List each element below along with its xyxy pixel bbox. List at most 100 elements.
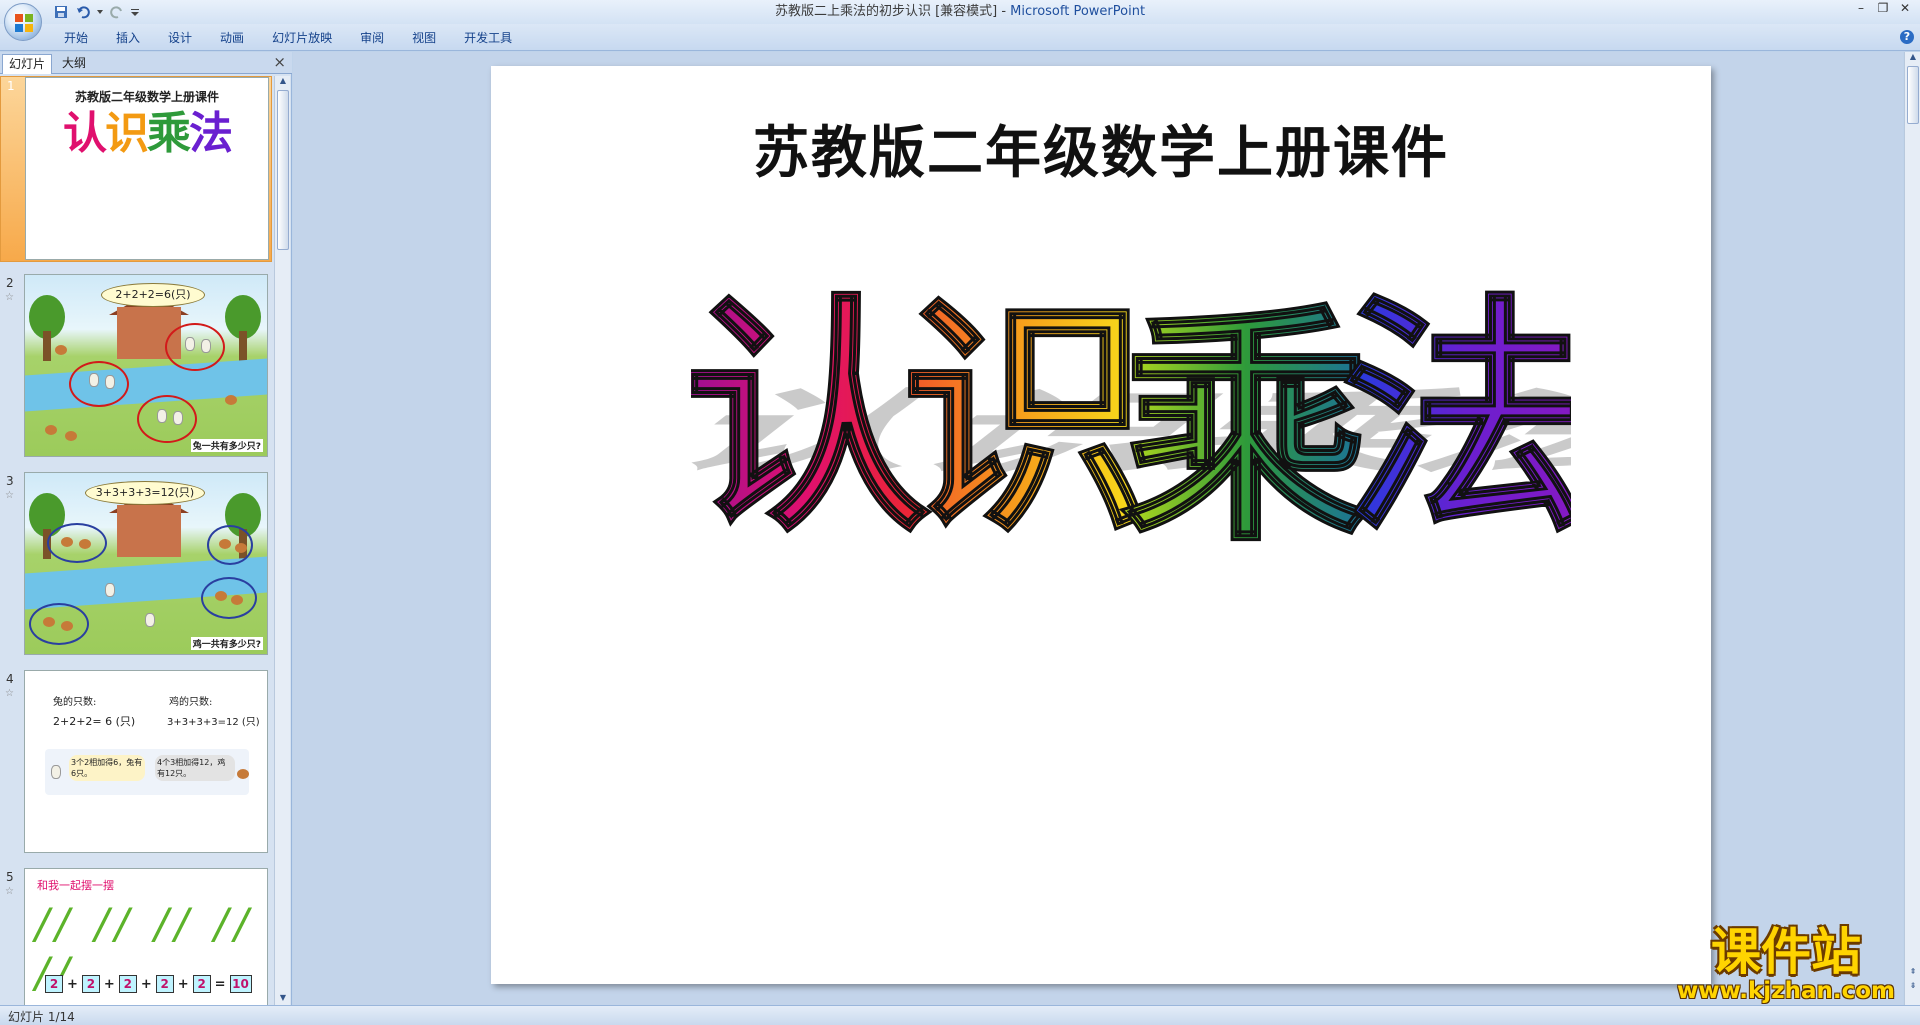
close-panel-icon[interactable]: × (273, 53, 286, 71)
farm-scene: 2+2+2=6(只) (25, 275, 267, 456)
slide-thumbnail-5[interactable]: 5 ☆ 和我一起摆一摆 // // // // // 2 + 2 + 2 + 2 + 2… (0, 868, 272, 1005)
hen-count-label: 鸡的只数: (169, 697, 213, 708)
thumbnail-canvas: 苏教版二年级数学上册课件 认识乘法 (25, 77, 269, 260)
highlight-ring (137, 395, 197, 443)
editor-scrollbar[interactable]: ▲ ⇞ ⇟ (1904, 52, 1920, 1005)
thumb-wordart-char: 乘 (147, 108, 191, 159)
hen (215, 591, 227, 601)
thumbnail-canvas: 2+2+2=6(只) 兔一共有多少只? (24, 274, 268, 457)
thumb-wordart-char: 认 (63, 108, 107, 159)
office-logo-icon (15, 14, 33, 32)
next-slide-icon[interactable]: ⇟ (1905, 981, 1920, 993)
wordart-char-1: 认 (691, 274, 931, 565)
plus-sign: + (67, 976, 78, 992)
hen (61, 537, 73, 547)
thumb-caption: 兔一共有多少只? (190, 439, 263, 452)
thumbnail-canvas: 兔的只数: 鸡的只数: 2+2+2= 6 (只) 3+3+3+3=12 (只) … (24, 670, 268, 853)
house (117, 505, 181, 557)
scroll-up-icon[interactable]: ▲ (275, 76, 291, 88)
rabbit (201, 339, 211, 353)
document-title: 苏教版二上乘法的初步认识 [兼容模式] - (774, 4, 1011, 19)
previous-slide-icon[interactable]: ⇞ (1905, 967, 1920, 979)
help-icon[interactable]: ? (1900, 30, 1914, 44)
hen (219, 539, 231, 549)
wordart-char-2: 识 (901, 274, 1151, 565)
plus-sign: + (140, 976, 152, 992)
animation-star-icon: ☆ (5, 292, 14, 303)
number-box: 2 (155, 975, 174, 993)
title-bar: 苏教版二上乘法的初步认识 [兼容模式] - Microsoft PowerPoi… (0, 0, 1920, 24)
farm-scene: 3+3+3+3=12(只) (25, 473, 267, 654)
status-bar: 幻灯片 1/14 (0, 1005, 1920, 1025)
kjzhan-watermark: 课件站 www.kjzhan.com (1668, 924, 1904, 1004)
slide-title[interactable]: 苏教版二年级数学上册课件 (491, 108, 1711, 189)
speech-bubble: 3+3+3+3=12(只) (85, 481, 205, 505)
tab-animations[interactable]: 动画 (206, 29, 258, 47)
watermark-url: www.kjzhan.com (1677, 978, 1895, 1004)
restore-button[interactable]: ❐ (1872, 0, 1894, 16)
note-strip: 3个2相加得6，兔有6只。 4个3相加得12，鸡有12只。 (45, 749, 249, 795)
scroll-thumb[interactable] (277, 90, 289, 250)
thumb-wordart-char: 识 (105, 108, 149, 159)
tab-view[interactable]: 视图 (398, 29, 450, 47)
slide-number: 3 (6, 474, 14, 488)
office-button[interactable] (4, 3, 42, 41)
hen (45, 425, 57, 435)
slide-thumbnail-4[interactable]: 4 ☆ 兔的只数: 鸡的只数: 2+2+2= 6 (只) 3+3+3+3=12 … (0, 670, 272, 856)
tab-design[interactable]: 设计 (154, 29, 206, 47)
rabbit (185, 337, 195, 351)
tab-slideshow[interactable]: 幻灯片放映 (258, 29, 346, 47)
panel-tabs: 幻灯片 大纲 × (0, 52, 292, 74)
ribbon-tabs: 开始 插入 设计 动画 幻灯片放映 审阅 视图 开发工具 (50, 29, 526, 47)
tab-outline[interactable]: 大纲 (56, 54, 92, 74)
tab-review[interactable]: 审阅 (346, 29, 398, 47)
tab-slides[interactable]: 幻灯片 (2, 54, 53, 74)
thumb-title: 苏教版二年级数学上册课件 (74, 90, 219, 104)
slide-editor: 苏教版二年级数学上册课件 认识乘法 认 识 乘 法 (293, 52, 1903, 1005)
highlight-ring (47, 523, 107, 563)
slide-number: 1 (7, 79, 15, 93)
app-name: Microsoft PowerPoint (1010, 4, 1146, 19)
hen (235, 543, 247, 553)
wordart-title[interactable]: 认识乘法 认 识 乘 法 (691, 256, 1571, 577)
rabbit (145, 613, 155, 627)
rabbit-equation: 2+2+2= 6 (只) (53, 715, 136, 728)
rabbit (173, 411, 183, 425)
slide-thumbnail-1[interactable]: 1 苏教版二年级数学上册课件 认识乘法 (0, 76, 272, 262)
note-left: 3个2相加得6，兔有6只。 (69, 755, 145, 781)
hen (79, 539, 91, 549)
slide-thumbnail-2[interactable]: 2 ☆ 2+2+2=6(只) 兔一共有多少只? (0, 274, 272, 460)
window-title: 苏教版二上乘法的初步认识 [兼容模式] - Microsoft PowerPoi… (0, 0, 1920, 24)
thumb-wordart-char: 法 (189, 108, 233, 159)
ribbon: 开始 插入 设计 动画 幻灯片放映 审阅 视图 开发工具 ? (0, 24, 1920, 51)
note-right: 4个3相加得12，鸡有12只。 (155, 755, 235, 781)
rabbit (89, 373, 99, 387)
slide-canvas[interactable]: 苏教版二年级数学上册课件 认识乘法 认 识 乘 法 (491, 66, 1711, 984)
result-box: 10 (229, 975, 252, 993)
slides-panel: 幻灯片 大纲 × 1 苏教版二年级数学上册课件 认识乘法 2 ☆ 2+2+2=6… (0, 52, 292, 1005)
scroll-down-icon[interactable]: ▼ (275, 993, 291, 1005)
hen (43, 617, 55, 627)
thumb-caption: 鸡一共有多少只? (190, 637, 263, 650)
slide-thumbnail-3[interactable]: 3 ☆ 3+3+3+3=12(只) 鸡一共有多少只? (0, 472, 272, 658)
scroll-thumb[interactable] (1907, 66, 1919, 124)
number-box: 2 (81, 975, 100, 993)
slide-number: 4 (6, 672, 14, 686)
hen (61, 621, 73, 631)
tab-home[interactable]: 开始 (50, 29, 102, 47)
scroll-up-icon[interactable]: ▲ (1905, 52, 1920, 64)
highlight-ring (29, 603, 89, 645)
rabbit (51, 765, 61, 779)
equals-sign: = (214, 976, 226, 992)
tab-developer[interactable]: 开发工具 (450, 29, 526, 47)
speech-bubble: 2+2+2=6(只) (101, 283, 205, 307)
slide-counter: 幻灯片 1/14 (8, 1010, 75, 1024)
thumbnail-scrollbar[interactable]: ▲ ▼ (274, 76, 290, 1005)
rabbit (157, 409, 167, 423)
rabbit (105, 583, 115, 597)
close-button[interactable]: ✕ (1894, 0, 1916, 16)
minimize-button[interactable]: – (1850, 0, 1872, 16)
tree-trunk (239, 331, 247, 361)
thumb-heading: 和我一起摆一摆 (37, 879, 114, 892)
tab-insert[interactable]: 插入 (102, 29, 154, 47)
